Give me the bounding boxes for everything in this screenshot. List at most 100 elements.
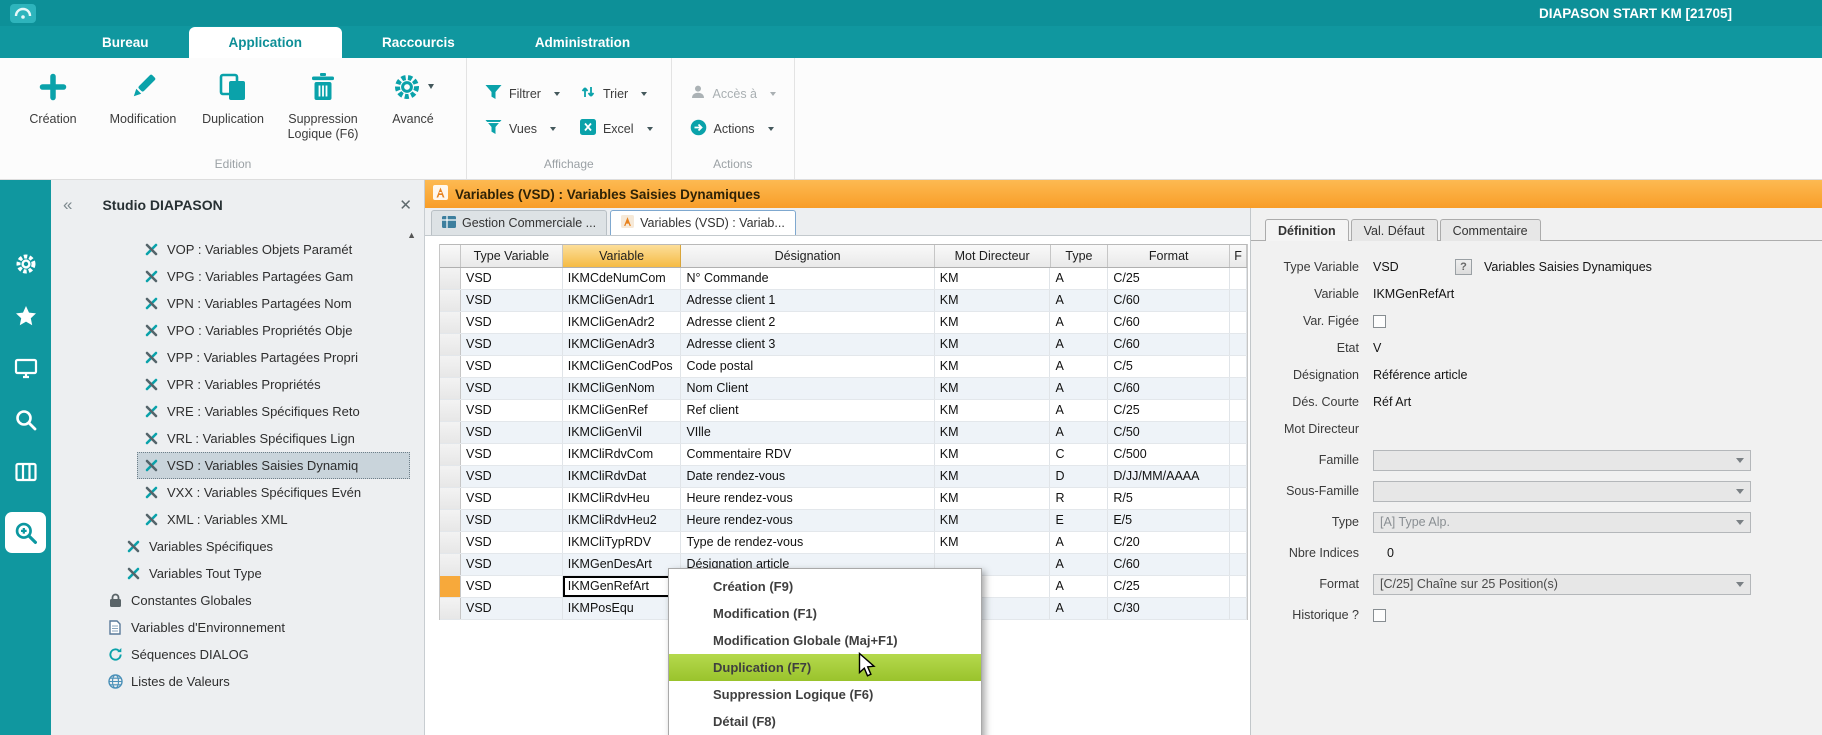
cell-type[interactable]: A [1050, 312, 1108, 333]
cell-type[interactable]: E [1050, 510, 1108, 531]
cell-designation[interactable]: Type de rendez-vous [681, 532, 934, 553]
context-menu-item[interactable]: Modification Globale (Maj+F1) [669, 627, 981, 654]
cell-format[interactable]: C/30 [1108, 598, 1230, 619]
row-selector[interactable] [440, 334, 461, 355]
excel-button[interactable]: Excel [580, 119, 653, 138]
cell-type-variable[interactable]: VSD [461, 510, 563, 531]
cell-variable[interactable]: IKMCdeNumCom [563, 268, 682, 289]
column-header-type[interactable]: Type [1051, 245, 1109, 267]
cell-designation[interactable]: Date rendez-vous [681, 466, 934, 487]
cell-type[interactable]: A [1050, 422, 1108, 443]
sidebar-tree-item[interactable]: VPG : Variables Partagées Gam [137, 263, 410, 290]
cell-format[interactable]: C/60 [1108, 312, 1230, 333]
sidebar-tree-item[interactable]: XML : Variables XML [137, 506, 410, 533]
sidebar-tree-item[interactable]: VRE : Variables Spécifiques Reto [137, 398, 410, 425]
cell-type-variable[interactable]: VSD [461, 378, 563, 399]
table-row[interactable]: VSD IKMCliGenCodPos Code postal KM A C/5 [440, 356, 1247, 378]
cell-format[interactable]: C/60 [1108, 378, 1230, 399]
rail-monitor-icon[interactable] [0, 342, 51, 394]
cell-designation[interactable]: VIlle [681, 422, 934, 443]
cell-variable[interactable]: IKMCliGenCodPos [563, 356, 682, 377]
menubar-tab[interactable]: Raccourcis [342, 27, 495, 58]
definition-tab[interactable]: Commentaire [1440, 219, 1541, 241]
table-row[interactable]: VSD IKMCliRdvHeu Heure rendez-vous KM R … [440, 488, 1247, 510]
cell-variable[interactable]: IKMGenRefArt [563, 576, 682, 597]
rail-search-plus-icon[interactable] [5, 512, 46, 553]
cell-type-variable[interactable]: VSD [461, 554, 563, 575]
cell-type-variable[interactable]: VSD [461, 400, 563, 421]
context-menu-item[interactable]: Modification (F1) [669, 600, 981, 627]
cell-mot-directeur[interactable]: KM [935, 312, 1051, 333]
table-row[interactable]: VSD IKMCliTypRDV Type de rendez-vous KM … [440, 532, 1247, 554]
cell-designation[interactable]: Code postal [681, 356, 934, 377]
row-selector[interactable] [440, 378, 461, 399]
cell-type[interactable]: A [1050, 290, 1108, 311]
cell-type[interactable]: R [1050, 488, 1108, 509]
row-selector[interactable] [440, 268, 461, 289]
cell-type-variable[interactable]: VSD [461, 532, 563, 553]
sidebar-group-item[interactable]: Variables Spécifiques [119, 533, 410, 560]
cell-type[interactable]: A [1050, 532, 1108, 553]
cell-type[interactable]: A [1050, 554, 1108, 575]
help-button[interactable]: ? [1455, 259, 1472, 275]
cell-mot-directeur[interactable]: KM [935, 378, 1051, 399]
cell-type-variable[interactable]: VSD [461, 334, 563, 355]
cell-format[interactable]: C/500 [1108, 444, 1230, 465]
cell-type-variable[interactable]: VSD [461, 488, 563, 509]
cell-variable[interactable]: IKMCliGenRef [563, 400, 682, 421]
table-row[interactable]: VSD IKMCliRdvCom Commentaire RDV KM C C/… [440, 444, 1247, 466]
famille-select[interactable] [1373, 450, 1751, 471]
cell-designation[interactable]: Commentaire RDV [681, 444, 934, 465]
cell-variable[interactable]: IKMCliGenAdr1 [563, 290, 682, 311]
cell-variable[interactable]: IKMGenDesArt [563, 554, 682, 575]
cell-type-variable[interactable]: VSD [461, 312, 563, 333]
cell-mot-directeur[interactable]: KM [935, 356, 1051, 377]
cell-format[interactable]: C/60 [1108, 290, 1230, 311]
cell-format[interactable]: C/60 [1108, 554, 1230, 575]
cell-variable[interactable]: IKMPosEqu [563, 598, 682, 619]
sidebar-tree-item[interactable]: VOP : Variables Objets Paramét [137, 236, 410, 263]
sidebar-tree-item[interactable]: VPR : Variables Propriétés [137, 371, 410, 398]
row-selector[interactable] [440, 356, 461, 377]
sidebar-item-variables-environnement[interactable]: Variables d'Environnement [101, 614, 410, 641]
table-row[interactable]: VSD IKMCliGenAdr3 Adresse client 3 KM A … [440, 334, 1247, 356]
menubar-tab[interactable]: Bureau [62, 27, 189, 58]
cell-format[interactable]: C/25 [1108, 268, 1230, 289]
cell-mot-directeur[interactable]: KM [935, 488, 1051, 509]
column-header-format[interactable]: Format [1108, 245, 1230, 267]
table-row[interactable]: VSD IKMCliGenAdr2 Adresse client 2 KM A … [440, 312, 1247, 334]
cell-type[interactable]: A [1050, 268, 1108, 289]
table-row[interactable]: VSD IKMCliRdvHeu2 Heure rendez-vous KM E… [440, 510, 1247, 532]
rail-gear-icon[interactable] [0, 238, 51, 290]
cell-variable[interactable]: IKMCliGenAdr2 [563, 312, 682, 333]
cell-mot-directeur[interactable]: KM [935, 466, 1051, 487]
cell-mot-directeur[interactable]: KM [935, 422, 1051, 443]
cell-mot-directeur[interactable]: KM [935, 444, 1051, 465]
sidebar-item-constantes-globales[interactable]: Constantes Globales [101, 587, 410, 614]
cell-format[interactable]: D/JJ/MM/AAAA [1108, 466, 1230, 487]
table-row[interactable]: VSD IKMCliGenVil VIlle KM A C/50 [440, 422, 1247, 444]
cell-format[interactable]: C/20 [1108, 532, 1230, 553]
cell-mot-directeur[interactable]: KM [935, 532, 1051, 553]
var-figee-checkbox[interactable] [1373, 315, 1386, 328]
cell-type-variable[interactable]: VSD [461, 422, 563, 443]
cell-designation[interactable]: Adresse client 1 [681, 290, 934, 311]
column-header-designation[interactable]: Désignation [681, 245, 934, 267]
row-selector[interactable] [440, 290, 461, 311]
row-selector[interactable] [440, 422, 461, 443]
cell-format[interactable]: C/25 [1108, 400, 1230, 421]
cell-mot-directeur[interactable]: KM [935, 510, 1051, 531]
column-header-type-variable[interactable]: Type Variable [461, 245, 563, 267]
context-menu-item[interactable]: Duplication (F7) [669, 654, 981, 681]
context-menu-item[interactable]: Détail (F8) [669, 708, 981, 735]
definition-tab[interactable]: Val. Défaut [1351, 219, 1438, 241]
row-selector[interactable] [440, 576, 461, 597]
trier-button[interactable]: Trier [580, 84, 653, 103]
cell-variable[interactable]: IKMCliRdvCom [563, 444, 682, 465]
suppression-logique-button[interactable]: Suppression Logique (F6) [278, 68, 368, 141]
rail-columns-icon[interactable] [0, 446, 51, 498]
sidebar-item-sequences-dialog[interactable]: Séquences DIALOG [101, 641, 410, 668]
cell-designation[interactable]: Nom Client [681, 378, 934, 399]
row-selector[interactable] [440, 532, 461, 553]
sidebar-tree-item[interactable]: VRL : Variables Spécifiques Lign [137, 425, 410, 452]
